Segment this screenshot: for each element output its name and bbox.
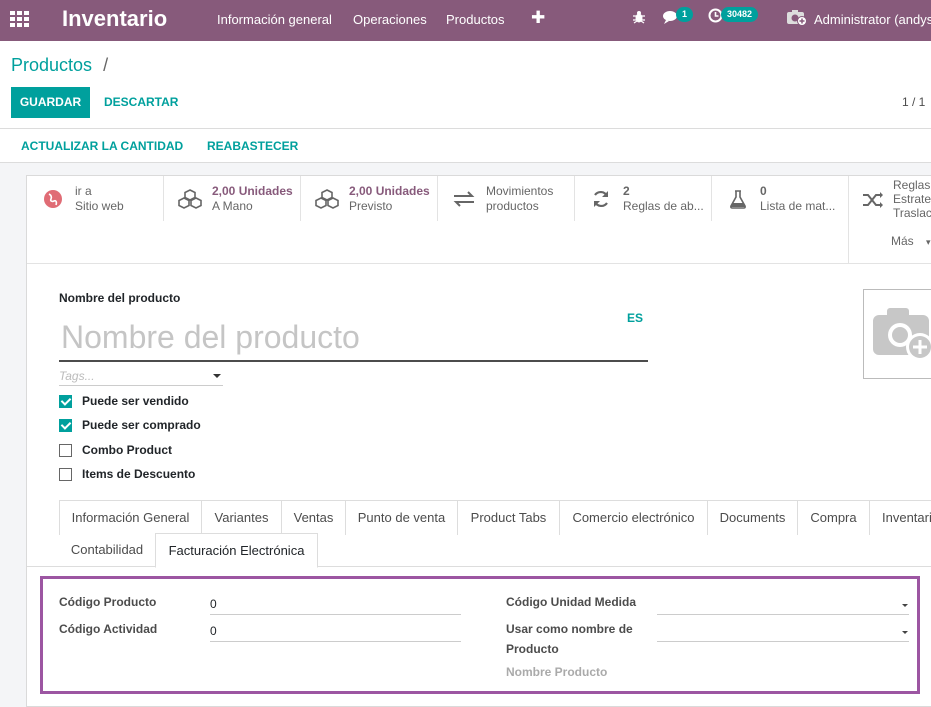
codigo-actividad-label: Código Actividad [59, 622, 158, 636]
checkbox-label: Puede ser vendido [82, 394, 189, 408]
exchange-icon [452, 189, 476, 209]
website-smart-button[interactable]: ir a Sitio web [27, 176, 164, 221]
tab-compra[interactable]: Compra [797, 501, 869, 535]
tab-documents[interactable]: Documents [707, 501, 797, 535]
forecast-smart-button[interactable]: 2,00 Unidades Previsto [301, 176, 438, 221]
menu-item-productos[interactable]: Productos [446, 12, 505, 28]
more-smart-buttons: Reglas Estrate Traslac Más ▾ [848, 176, 931, 263]
product-name-input[interactable]: Nombre del producto [59, 313, 648, 362]
notebook-tabs: Información General Variantes Ventas Pun… [59, 500, 931, 535]
bug-icon[interactable] [632, 10, 646, 27]
tab-contabilidad[interactable]: Contabilidad [59, 533, 155, 567]
chevron-down-icon [213, 374, 221, 378]
product-name-placeholder: Nombre del producto [61, 319, 360, 355]
reorder-rules-smart-label: Reglas de ab... [623, 199, 704, 213]
refresh-icon [589, 189, 613, 209]
codigo-unidad-medida-label: Código Unidad Medida [506, 595, 636, 609]
codigo-producto-label: Código Producto [59, 595, 157, 609]
chevron-down-icon [902, 631, 908, 634]
more-line-1: Reglas [893, 178, 931, 192]
chevron-down-icon: ▾ [926, 237, 931, 247]
more-label: Más [891, 234, 914, 248]
bom-smart-button[interactable]: 0 Lista de mat... [712, 176, 849, 221]
tags-input[interactable]: Tags... [59, 366, 223, 386]
pager[interactable]: 1 / 1 [902, 95, 925, 110]
checkbox-checked[interactable] [59, 419, 72, 432]
tab-inventario[interactable]: Inventari [869, 501, 931, 535]
user-avatar-icon[interactable] [787, 9, 807, 26]
camera-add-icon [873, 305, 931, 366]
bom-smart-label: Lista de mat... [760, 199, 836, 213]
tab-informacion-general[interactable]: Información General [59, 501, 201, 535]
tab-variantes[interactable]: Variantes [201, 501, 281, 535]
checkbox-label: Items de Descuento [82, 467, 196, 481]
plus-icon[interactable]: ✚ [531, 9, 545, 27]
replenish-button[interactable]: REABASTECER [207, 139, 298, 154]
chevron-down-icon [902, 604, 908, 607]
facturacion-electronica-pane: Código Producto 0 Código Actividad 0 Cód… [40, 576, 920, 694]
more-dropdown-button[interactable]: Más ▾ [891, 234, 931, 248]
on-hand-smart-button[interactable]: 2,00 Unidades A Mano [164, 176, 301, 221]
form-sheet: ir a Sitio web 2,00 Unidades A Mano 2,00… [26, 175, 931, 707]
breadcrumb-productos[interactable]: Productos [11, 55, 92, 75]
apps-menu-icon[interactable] [10, 11, 30, 27]
user-menu[interactable]: Administrator (andys [814, 12, 931, 27]
checkbox-label: Combo Product [82, 443, 172, 457]
tags-placeholder: Tags... [59, 369, 95, 383]
top-navbar: Inventario Información general Operacion… [0, 0, 931, 41]
activities-badge: 30482 [721, 7, 759, 22]
button-box-divider [27, 263, 931, 264]
usar-nombre-label-line-1: Usar como nombre de [506, 622, 633, 636]
notebook-tabs-row-2: Contabilidad Facturación Electrónica [27, 533, 931, 568]
moves-smart-label: productos [486, 199, 539, 213]
cubes-icon [315, 189, 339, 209]
more-line-3: Traslac [893, 206, 931, 220]
language-button[interactable]: ES [627, 311, 643, 325]
discard-button[interactable]: DESCARTAR [104, 95, 178, 110]
codigo-producto-input[interactable]: 0 [210, 593, 461, 615]
forecast-smart-value: 2,00 Unidades [349, 184, 430, 198]
update-quantity-button[interactable]: ACTUALIZAR LA CANTIDAD [21, 139, 183, 154]
forecast-smart-label: Previsto [349, 199, 393, 213]
website-smart-value: ir a [75, 184, 92, 198]
bom-smart-value: 0 [760, 184, 767, 198]
on-hand-smart-label: A Mano [212, 199, 253, 213]
app-title: Inventario [62, 6, 168, 31]
codigo-actividad-input[interactable]: 0 [210, 620, 461, 642]
checkbox-label: Puede ser comprado [82, 418, 201, 432]
tab-punto-de-venta[interactable]: Punto de venta [345, 501, 457, 535]
divider [0, 128, 931, 129]
menu-item-informacion-general[interactable]: Información general [217, 12, 332, 28]
tab-ventas[interactable]: Ventas [281, 501, 345, 535]
breadcrumb: Productos / [11, 54, 108, 76]
cubes-icon [178, 189, 202, 209]
shuffle-icon [862, 191, 884, 212]
tab-product-tabs[interactable]: Product Tabs [457, 501, 559, 535]
usar-nombre-label-line-2: Producto [506, 642, 559, 656]
tab-comercio-electronico[interactable]: Comercio electrónico [559, 501, 707, 535]
menu-item-operaciones[interactable]: Operaciones [353, 12, 427, 28]
on-hand-smart-value: 2,00 Unidades [212, 184, 293, 198]
moves-smart-value: Movimientos [486, 184, 554, 198]
product-image-upload[interactable] [863, 289, 931, 379]
breadcrumb-separator: / [103, 55, 109, 75]
checkbox-unchecked[interactable] [59, 444, 72, 457]
flask-icon [726, 189, 750, 209]
product-name-label: Nombre del producto [59, 291, 181, 305]
messages-badge: 1 [676, 7, 694, 22]
save-button[interactable]: GUARDAR [11, 87, 90, 118]
checkbox-unchecked[interactable] [59, 468, 72, 481]
more-line-2: Estrate [893, 192, 931, 206]
moves-smart-button[interactable]: Movimientos productos [438, 176, 575, 221]
nombre-producto-label: Nombre Producto [506, 665, 608, 679]
website-smart-label: Sitio web [75, 199, 124, 213]
reorder-rules-smart-value: 2 [623, 184, 630, 198]
codigo-unidad-medida-select[interactable] [657, 593, 909, 615]
reorder-rules-smart-button[interactable]: 2 Reglas de ab... [575, 176, 712, 221]
checkbox-checked[interactable] [59, 395, 72, 408]
tab-facturacion-electronica[interactable]: Facturación Electrónica [155, 533, 318, 568]
globe-icon [41, 189, 65, 209]
usar-nombre-select[interactable] [657, 620, 909, 642]
